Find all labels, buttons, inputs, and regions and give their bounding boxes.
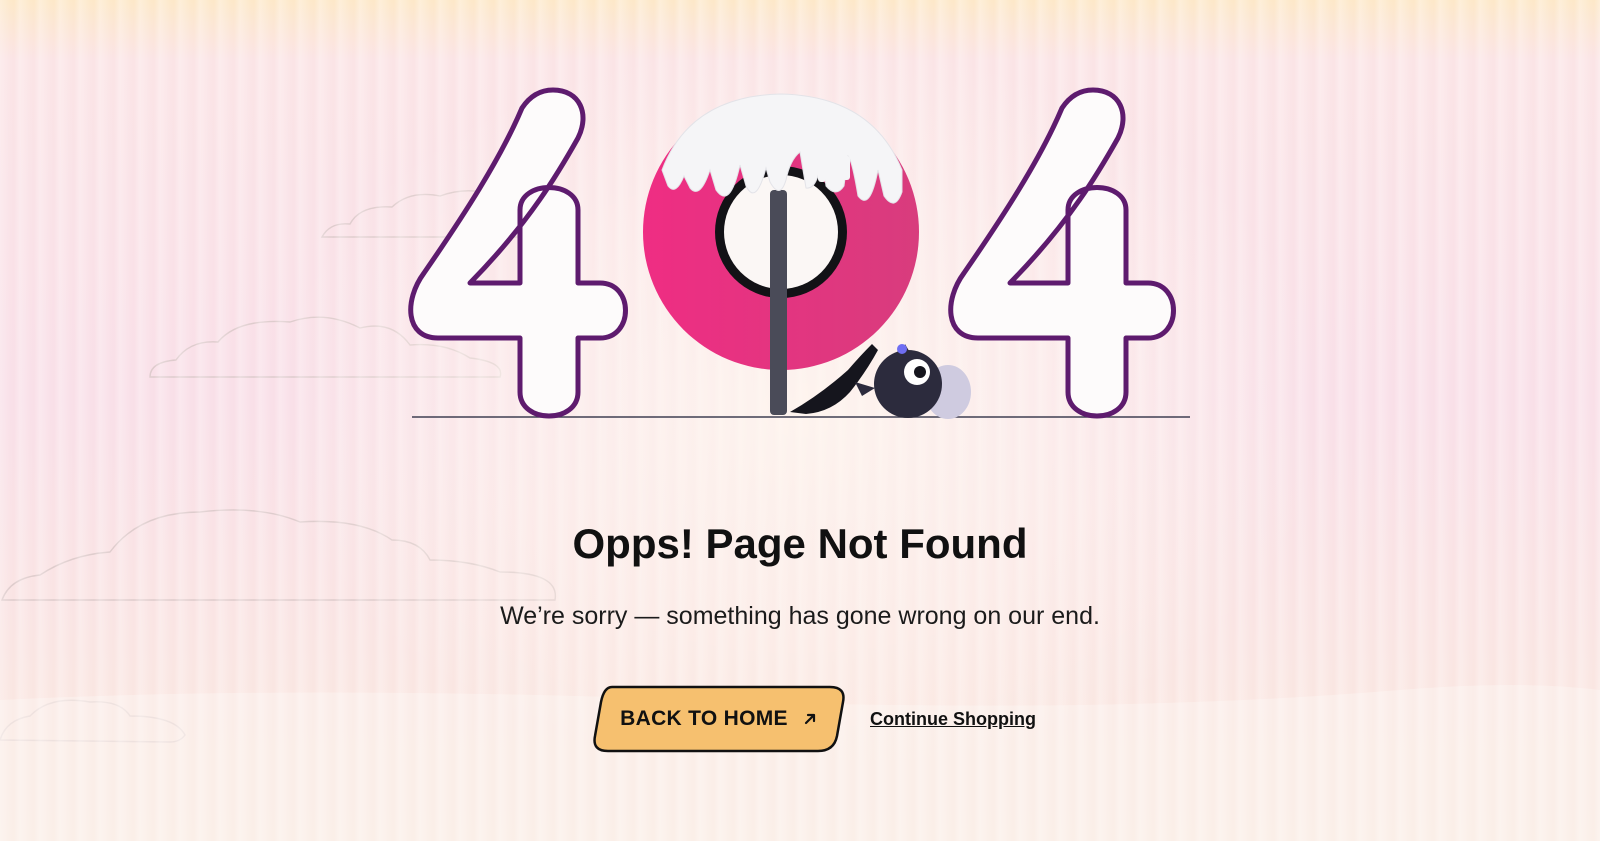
page-title: Opps! Page Not Found (572, 520, 1028, 567)
error-page: Opps! Page Not Found We’re sorry — somet… (0, 0, 1600, 841)
back-to-home-button[interactable]: BACK TO HOME (588, 684, 850, 754)
action-row: BACK TO HOME Continue Shopping (588, 684, 1036, 754)
continue-shopping-link[interactable]: Continue Shopping (870, 709, 1036, 730)
lollipop-stick (770, 190, 787, 415)
arrow-up-right-icon (802, 711, 818, 727)
digit-4-left (408, 87, 628, 419)
digit-4-right (948, 87, 1176, 419)
back-to-home-label: BACK TO HOME (620, 707, 788, 730)
error-message: We’re sorry — something has gone wrong o… (500, 602, 1100, 630)
donut-zero (643, 93, 919, 415)
